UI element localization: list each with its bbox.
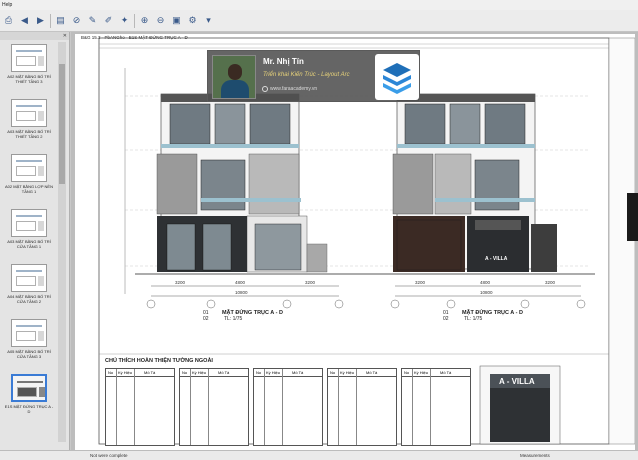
panel-header: ✕ <box>0 32 69 40</box>
zoom-in-icon[interactable]: ⊕ <box>138 14 151 27</box>
toolbar-separator <box>50 13 51 28</box>
forward-icon[interactable]: ▶ <box>34 14 47 27</box>
highlight-icon[interactable]: ✐ <box>102 14 115 27</box>
page-thumbnail[interactable]: A05 MẶT BẰNG BỐ TRÍ CỬA TẦNG 3 <box>4 319 54 371</box>
toolbar-separator <box>134 13 135 28</box>
dimension-right-2: 4800 <box>480 280 491 285</box>
page-thumbnail[interactable]: A03 MẶT BẰNG BỐ TRÍ THIẾT TẦNG 2 <box>4 99 54 151</box>
thumbnail-label: A03 MẶT BẰNG BỐ TRÍ THIẾT TẦNG 2 <box>7 129 51 139</box>
thumbnail-scrollbar[interactable] <box>58 42 66 442</box>
page-thumbnail[interactable]: A03 MẶT BẰNG BỐ TRÍ CỬA TẦNG 1 <box>4 209 54 261</box>
dimension-left-1: 3200 <box>175 280 186 285</box>
globe-icon <box>262 86 268 92</box>
right-edge-image <box>627 193 638 241</box>
settings-icon[interactable]: ⚙ <box>186 14 199 27</box>
menu-item-help[interactable]: Help <box>2 2 12 8</box>
scrollbar-thumb[interactable] <box>59 64 65 184</box>
print-icon[interactable]: ⎙ <box>2 14 15 27</box>
legend-table: No Ký Hiệu Mô Tả <box>253 368 323 446</box>
legend-title: CHÚ THÍCH HOÀN THIỆN TƯỜNG NGOÀI <box>105 358 213 364</box>
legend-divider <box>264 369 265 445</box>
villa-sign: A - VILLA <box>485 256 508 262</box>
status-text: Not were complete <box>90 453 128 458</box>
pdf-viewer-app: Help ⎙ ◀ ▶ ▤ ⊘ ✎ ✐ ✦ ⊕ ⊖ ▣ ⚙ ▾ ✕ A02 MẶT… <box>0 0 638 460</box>
dimension-right-3: 3200 <box>545 280 556 285</box>
axis-bubbles <box>146 299 586 309</box>
thumbnail-image <box>11 319 47 347</box>
legend-divider <box>430 369 431 445</box>
academy-logo-icon <box>375 54 419 100</box>
menu-bar: Help <box>0 0 638 10</box>
back-icon[interactable]: ◀ <box>18 14 31 27</box>
thumbnail-image <box>11 154 47 182</box>
note-icon[interactable]: ✦ <box>118 14 131 27</box>
page-thumbnail[interactable]: A02 MẶT BẰNG LỢP NỀN TẦNG 1 <box>4 154 54 206</box>
avatar <box>212 55 256 99</box>
thumbnail-image <box>11 99 47 127</box>
thumbnail-list: A02 MẶT BẰNG BỐ TRÍ THIẾT TẦNG 3 A03 MẶT… <box>4 44 54 429</box>
presenter-website: www.faraacademy.vn <box>270 86 318 92</box>
presenter-watermark: Mr. Nhị Tín Triển khai Kiến Trúc - Layou… <box>207 50 420 102</box>
legend-divider <box>412 369 413 445</box>
thumbnail-label: A02 MẶT BẰNG BỐ TRÍ THIẾT TẦNG 3 <box>7 74 51 84</box>
legend-table: No Ký Hiệu Mô Tả <box>401 368 471 446</box>
dimension-right-total: 10800 <box>480 290 493 295</box>
legend-divider <box>190 369 191 445</box>
left-elevation <box>156 93 328 273</box>
page-thumbnails-panel: ✕ A02 MẶT BẰNG BỐ TRÍ THIẾT TẦNG 3 A03 M… <box>0 32 70 450</box>
toolbar: ⎙ ◀ ▶ ▤ ⊘ ✎ ✐ ✦ ⊕ ⊖ ▣ ⚙ ▾ <box>0 10 638 32</box>
presenter-name: Mr. Nhị Tín <box>263 57 304 66</box>
layers-icon <box>383 63 411 94</box>
thumbnail-label: A05 MẶT BẰNG BỐ TRÍ CỬA TẦNG 3 <box>7 349 51 359</box>
link-icon[interactable]: ⊘ <box>70 14 83 27</box>
plan-label-right: 01 MẶT ĐỨNG TRỤC A - D 02 TL: 1/75 <box>443 310 523 322</box>
dimension-left-2: 4800 <box>235 280 246 285</box>
legend-divider <box>282 369 283 445</box>
thumbnail-label: E1S MẶT ĐỨNG TRỤC A - D <box>4 404 54 414</box>
page-thumbnail[interactable]: A02 MẶT BẰNG BỐ TRÍ THIẾT TẦNG 3 <box>4 44 54 96</box>
pen-icon[interactable]: ✎ <box>86 14 99 27</box>
legend-divider <box>356 369 357 445</box>
plan-label-left: 01 MẶT ĐỨNG TRỤC A - D 02 TL: 1/75 <box>203 310 283 322</box>
dimension-right-1: 3200 <box>415 280 426 285</box>
right-elevation <box>392 93 557 272</box>
thumbnail-image <box>11 209 47 237</box>
page-thumbnail-active[interactable]: E1S MẶT ĐỨNG TRỤC A - D <box>4 374 54 426</box>
dimension-left-3: 3200 <box>305 280 316 285</box>
thumbnail-label: A02 MẶT BẰNG LỢP NỀN TẦNG 1 <box>5 184 53 194</box>
thumbnail-label: A04 MẶT BẰNG BỐ TRÍ CỬA TẦNG 2 <box>7 294 51 304</box>
right-title-strip <box>608 37 635 445</box>
legend-divider <box>208 369 209 445</box>
close-icon[interactable]: ✕ <box>63 33 67 39</box>
legend-divider <box>116 369 117 445</box>
legend-divider <box>338 369 339 445</box>
legend-divider <box>134 369 135 445</box>
page-thumbnail[interactable]: A04 MẶT BẰNG BỐ TRÍ CỬA TẦNG 2 <box>4 264 54 316</box>
measurements-label[interactable]: Measurements <box>520 451 550 460</box>
chevron-down-icon[interactable]: ▾ <box>202 14 215 27</box>
presenter-subtitle: Triển khai Kiến Trúc - Layout Arc <box>263 72 350 78</box>
thumbnail-image <box>11 44 47 72</box>
villa-sign-detail: A - VILLA <box>499 377 535 386</box>
thumbnail-label: A03 MẶT BẰNG BỐ TRÍ CỬA TẦNG 1 <box>7 239 51 249</box>
legend-table: No Ký Hiệu Mô Tả <box>179 368 249 446</box>
thumbnail-image <box>11 374 47 402</box>
zoom-out-icon[interactable]: ⊖ <box>154 14 167 27</box>
page-icon[interactable]: ▤ <box>54 14 67 27</box>
dimension-left-total: 10800 <box>235 290 248 295</box>
status-bar: Not were complete Measurements <box>0 450 638 460</box>
thumbnail-image <box>11 264 47 292</box>
snapshot-icon[interactable]: ▣ <box>170 14 183 27</box>
legend-table: No Ký Hiệu Mô Tả <box>105 368 175 446</box>
legend-table: No Ký Hiệu Mô Tả <box>327 368 397 446</box>
